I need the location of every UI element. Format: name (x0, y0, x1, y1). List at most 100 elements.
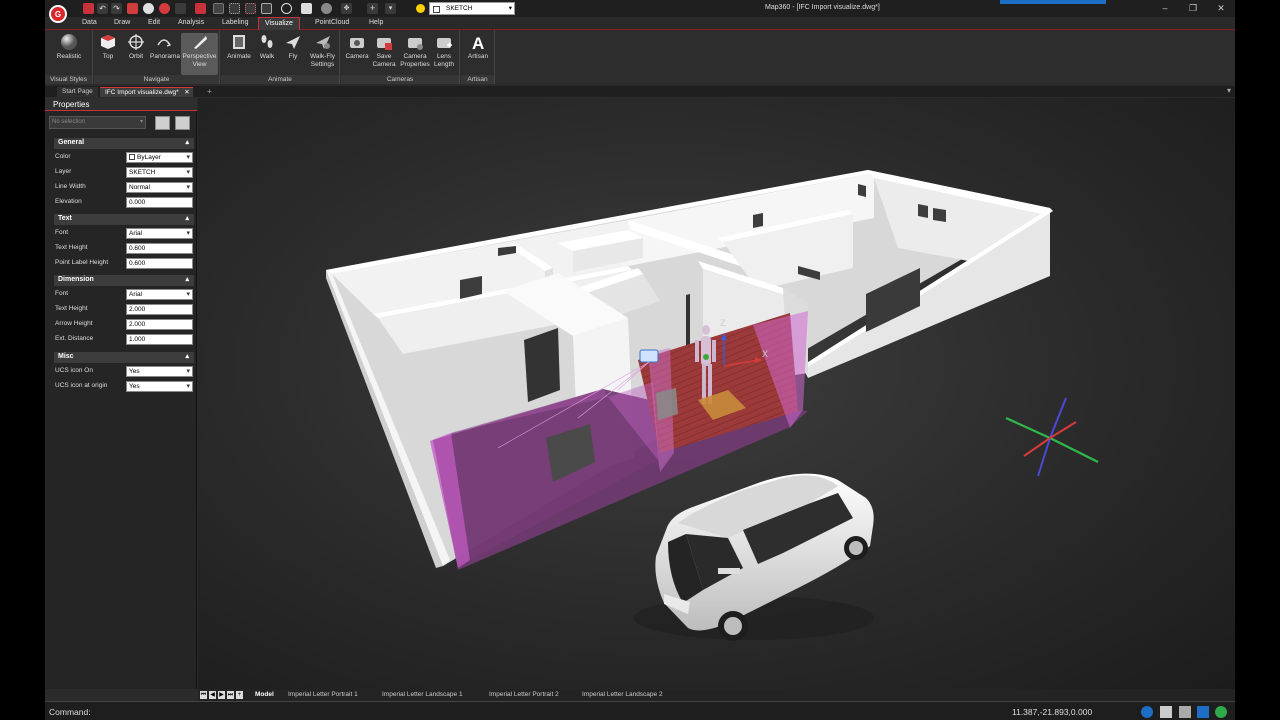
minimize-icon[interactable]: – (1158, 3, 1172, 13)
layout-tab-3[interactable]: Imperial Letter Portrait 2 (485, 690, 563, 699)
tab-data[interactable]: Data (76, 19, 103, 30)
snap-icon[interactable] (159, 3, 170, 14)
menu-bar: Data Draw Edit Analysis Labeling Visuali… (45, 17, 1235, 30)
quick-select-button[interactable] (155, 116, 170, 130)
prev-layout-icon[interactable]: ◀ (209, 691, 216, 699)
collapse-caret-icon[interactable]: ▴ (185, 214, 189, 222)
tab-list-chevron-icon[interactable]: ▾ (1227, 86, 1231, 95)
add-icon[interactable]: + (367, 3, 378, 14)
artisan-button[interactable]: A Artisan (464, 33, 492, 61)
tab-labeling[interactable]: Labeling (216, 19, 254, 30)
move-icon[interactable]: ✥ (341, 3, 352, 14)
property-input[interactable]: 2.000 (126, 304, 193, 315)
property-input[interactable]: 0.600 (126, 243, 193, 254)
property-input[interactable]: 0.000 (126, 197, 193, 208)
viewport-icon[interactable] (1197, 706, 1209, 718)
section-header-text[interactable]: Text ▴ (54, 214, 194, 225)
tab-close-icon[interactable]: ✕ (184, 88, 189, 96)
check-icon[interactable] (1215, 706, 1227, 718)
layer-icon[interactable] (195, 3, 206, 14)
material-icon[interactable] (321, 3, 332, 14)
selection-combo[interactable]: No selection ▾ (49, 116, 146, 129)
new-tab-icon[interactable]: + (207, 87, 212, 96)
tab-help[interactable]: Help (363, 19, 389, 30)
section-title: Misc (58, 353, 74, 360)
walk-button[interactable]: Walk (253, 33, 281, 61)
osnap-icon[interactable] (229, 3, 240, 14)
layer-combo[interactable]: SKETCH ▾ (416, 2, 515, 15)
doc-tab-start-page[interactable]: Start Page (57, 87, 98, 97)
animate-button[interactable]: Animate (225, 33, 253, 61)
redo-icon[interactable]: ↷ (111, 3, 122, 14)
property-input[interactable]: 2.000 (126, 319, 193, 330)
tab-pointcloud[interactable]: PointCloud (309, 19, 355, 30)
perspective-view-button[interactable]: Perspective View (181, 33, 218, 75)
property-dropdown[interactable]: Arial (126, 228, 193, 239)
realistic-button[interactable]: Realistic (51, 33, 87, 61)
close-icon[interactable]: ✕ (1214, 3, 1228, 14)
print-icon[interactable] (127, 3, 138, 14)
top-view-button[interactable]: Top (94, 33, 122, 61)
section-header-misc[interactable]: Misc ▴ (54, 352, 194, 363)
properties-icon[interactable] (301, 3, 312, 14)
undo-icon[interactable]: ↶ (97, 3, 108, 14)
pan-hand-icon[interactable] (143, 3, 154, 14)
section-header-general[interactable]: General ▴ (54, 138, 194, 149)
property-value: 0.600 (129, 245, 146, 252)
collapse-caret-icon[interactable]: ▴ (185, 352, 189, 360)
command-prompt[interactable]: Command: (49, 707, 91, 717)
property-dropdown[interactable]: Arial (126, 289, 193, 300)
walk-fly-settings-button[interactable]: Walk-Fly Settings (307, 33, 338, 69)
3d-viewport[interactable]: Z X (198, 98, 1235, 689)
lens-length-button[interactable]: Lens Length (430, 33, 458, 69)
property-input[interactable]: 0.600 (126, 258, 193, 269)
window-title: Map360 - [IFC Import visualize.dwg*] (765, 4, 880, 11)
settings-gear-icon[interactable] (1141, 706, 1153, 718)
fly-button[interactable]: Fly (279, 33, 307, 61)
property-value: Arial (129, 230, 143, 237)
camera-button[interactable]: Camera (343, 33, 371, 61)
layout-tab-2[interactable]: Imperial Letter Landscape 1 (378, 690, 467, 699)
collapse-caret-icon[interactable]: ▴ (185, 275, 189, 283)
layout-tab-1[interactable]: Imperial Letter Portrait 1 (284, 690, 362, 699)
windows-icon[interactable] (1179, 706, 1191, 718)
first-layout-icon[interactable]: ⏮ (200, 691, 207, 699)
add-layout-icon[interactable]: + (236, 691, 243, 699)
property-dropdown[interactable]: Yes (126, 381, 193, 392)
select-objects-button[interactable] (175, 116, 190, 130)
app-logo[interactable]: G (49, 5, 67, 23)
perspective-icon (193, 36, 207, 49)
property-dropdown[interactable]: Normal (126, 182, 193, 193)
property-dropdown[interactable]: Yes (126, 366, 193, 377)
collapse-caret-icon[interactable]: ▴ (185, 138, 189, 146)
restore-icon[interactable]: ❐ (1186, 3, 1200, 14)
save-icon[interactable] (83, 3, 94, 14)
layout-tab-model[interactable]: Model (251, 690, 278, 699)
property-input[interactable]: 1.000 (126, 334, 193, 345)
monitor-icon[interactable] (1160, 706, 1172, 718)
tab-analysis[interactable]: Analysis (172, 19, 210, 30)
orbit-button[interactable]: Orbit (122, 33, 150, 61)
property-dropdown[interactable]: SKETCH (126, 167, 193, 178)
panorama-button[interactable]: Panorama (150, 33, 180, 61)
section-header-dimension[interactable]: Dimension ▴ (54, 275, 194, 286)
tab-draw[interactable]: Draw (108, 19, 136, 30)
ortho-icon[interactable] (245, 3, 256, 14)
next-layout-icon[interactable]: ▶ (218, 691, 225, 699)
circle-icon[interactable] (281, 3, 292, 14)
panel-label-navigate: Navigate (94, 75, 219, 84)
dropdown-chevron-icon[interactable]: ▾ (385, 3, 396, 14)
window-icon[interactable] (261, 3, 272, 14)
layout-tab-4[interactable]: Imperial Letter Landscape 2 (578, 690, 667, 699)
tab-edit[interactable]: Edit (142, 19, 166, 30)
grid-icon[interactable] (175, 3, 186, 14)
doc-tab-ifc-import[interactable]: IFC Import visualize.dwg* ✕ (100, 87, 193, 97)
property-dropdown[interactable]: ByLayer (126, 152, 193, 163)
camera-properties-icon (408, 38, 423, 50)
camera-properties-button[interactable]: Camera Properties (399, 33, 431, 69)
save-camera-button[interactable]: Save Camera (370, 33, 398, 69)
selection-icon[interactable] (213, 3, 224, 14)
last-layout-icon[interactable]: ⏭ (227, 691, 234, 699)
sphere-icon (61, 34, 77, 50)
tab-visualize[interactable]: Visualize (258, 17, 300, 30)
